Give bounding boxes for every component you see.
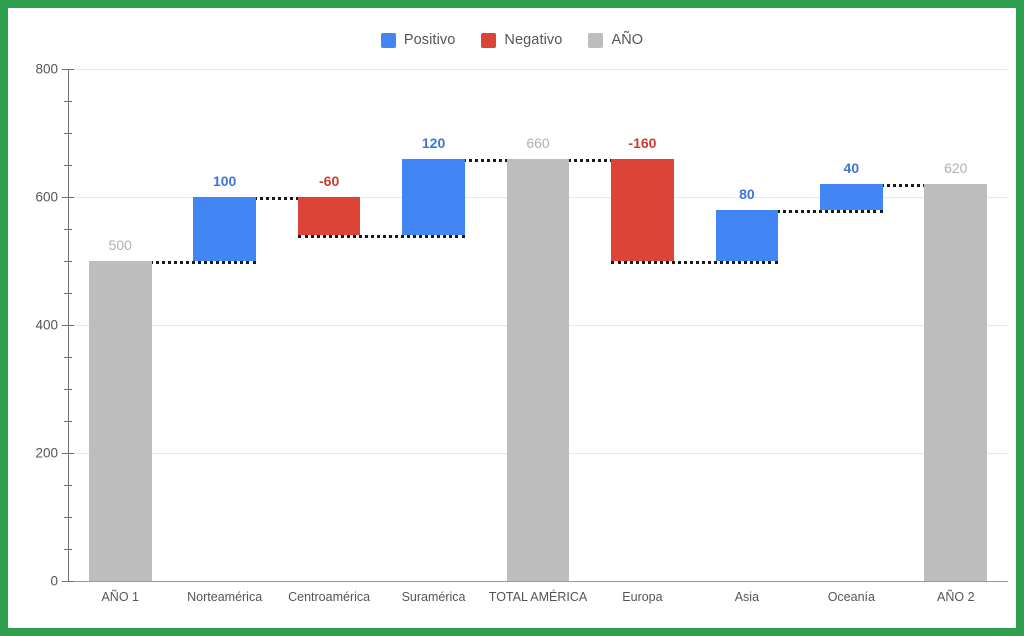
waterfall-connector bbox=[611, 261, 779, 264]
bar-asia[interactable] bbox=[715, 209, 779, 261]
bar-suramérica[interactable] bbox=[402, 158, 465, 236]
y-tick-minor-650 bbox=[64, 165, 72, 166]
x-axis-label-8: AÑO 2 bbox=[937, 590, 975, 604]
y-tick-minor-750 bbox=[64, 101, 72, 102]
bar-centroamérica[interactable] bbox=[297, 197, 361, 236]
legend-item-label: AÑO bbox=[611, 32, 644, 48]
bar-value-label: 100 bbox=[212, 173, 237, 189]
y-tick-minor-450 bbox=[64, 293, 72, 294]
y-tick-400 bbox=[62, 325, 74, 326]
legend-swatch-negativo bbox=[481, 32, 497, 48]
y-axis-label-0: 0 bbox=[50, 573, 58, 589]
legend-item-negativo[interactable]: Negativo bbox=[481, 32, 562, 48]
x-axis-label-7: Oceanía bbox=[827, 590, 875, 604]
y-tick-800 bbox=[62, 69, 74, 70]
bar-europa[interactable] bbox=[611, 158, 674, 261]
y-tick-minor-550 bbox=[64, 229, 72, 230]
y-axis-label-800: 800 bbox=[35, 61, 58, 77]
bar-value-label: 620 bbox=[944, 160, 968, 177]
gridline-800 bbox=[68, 69, 1008, 70]
bar-año-2[interactable] bbox=[924, 184, 988, 581]
bar-value-label: 660 bbox=[526, 134, 550, 151]
y-tick-minor-250 bbox=[64, 421, 72, 422]
legend-swatch-positivo bbox=[380, 32, 396, 48]
y-tick-minor-300 bbox=[64, 389, 72, 390]
chart-legend: Positivo Negativo AÑO bbox=[8, 32, 1016, 48]
legend-item-label: Positivo bbox=[403, 32, 456, 48]
y-tick-600 bbox=[62, 197, 74, 198]
x-axis-label-1: Norteamérica bbox=[187, 590, 263, 604]
y-tick-minor-50 bbox=[64, 549, 72, 550]
y-tick-minor-500 bbox=[64, 261, 72, 262]
y-tick-minor-100 bbox=[64, 517, 72, 518]
bar-año-1[interactable] bbox=[88, 261, 152, 581]
waterfall-connector bbox=[297, 235, 465, 239]
y-tick-minor-700 bbox=[64, 133, 72, 134]
x-axis-label-2: Centroamérica bbox=[288, 590, 371, 604]
bar-value-label: -160 bbox=[628, 134, 657, 151]
x-axis-label-4: TOTAL AMÉRICA bbox=[488, 590, 588, 604]
legend-item-positivo[interactable]: Positivo bbox=[380, 32, 456, 48]
y-tick-minor-350 bbox=[64, 357, 72, 358]
legend-item-a-o[interactable]: AÑO bbox=[588, 32, 643, 48]
y-axis-label-600: 600 bbox=[35, 189, 58, 205]
bar-norteamérica[interactable] bbox=[193, 197, 256, 261]
x-axis-label-0: AÑO 1 bbox=[101, 590, 139, 604]
gridline-0 bbox=[68, 581, 1008, 582]
bar-value-label: 80 bbox=[739, 185, 755, 202]
bar-value-label: 40 bbox=[843, 160, 860, 177]
y-axis-label-400: 400 bbox=[35, 317, 58, 333]
x-axis-label-3: Suramérica bbox=[401, 590, 466, 604]
bar-value-label: -60 bbox=[318, 173, 340, 189]
y-tick-minor-150 bbox=[64, 485, 72, 486]
y-axis-label-200: 200 bbox=[35, 445, 58, 461]
bar-oceanía[interactable] bbox=[820, 184, 883, 210]
chart-card: Positivo Negativo AÑO 0 200 400 600 800 500 AÑO … bbox=[8, 8, 1016, 628]
x-axis-label-5: Europa bbox=[622, 590, 663, 604]
x-axis-label-6: Asia bbox=[734, 590, 760, 604]
bar-value-label: 120 bbox=[421, 134, 446, 151]
bar-total-américa[interactable] bbox=[506, 158, 570, 581]
plot-area: 0 200 400 600 800 500 AÑO 1 100 Norteamérica -60 C… bbox=[35, 62, 1008, 604]
legend-item-label: Negativo bbox=[504, 32, 563, 48]
legend-swatch-ano bbox=[588, 32, 604, 48]
bar-value-label: 500 bbox=[108, 237, 132, 253]
y-tick-0 bbox=[62, 581, 74, 582]
y-tick-200 bbox=[62, 453, 74, 454]
